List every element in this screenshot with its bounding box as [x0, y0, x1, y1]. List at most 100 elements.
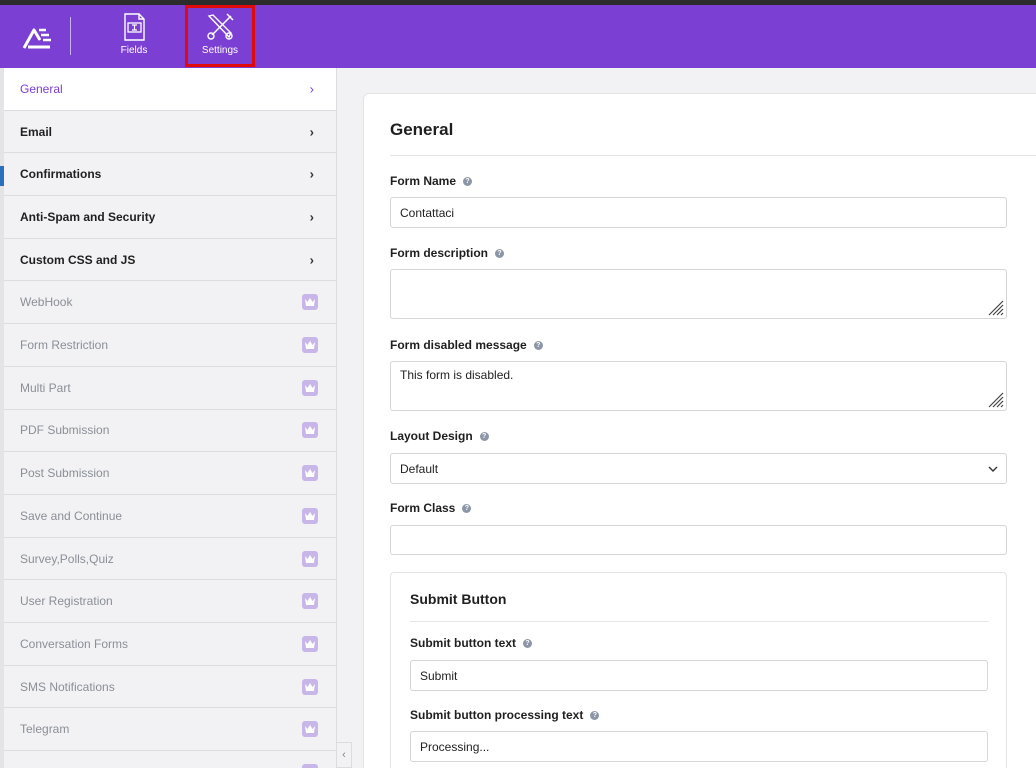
crown-icon	[302, 764, 318, 768]
sidebar-item-conversation-forms[interactable]: Conversation Forms	[4, 623, 336, 666]
sidebar-item-save-and-continue[interactable]: Save and Continue	[4, 495, 336, 538]
crown-icon	[302, 721, 318, 738]
sidebar-item-label: Email	[20, 124, 53, 139]
submit-button-text-input[interactable]: Submit	[410, 660, 988, 691]
help-icon[interactable]: ?	[495, 248, 505, 258]
sidebar-item-form-restriction[interactable]: Form Restriction	[4, 324, 336, 367]
sidebar-item-label: User Registration	[20, 594, 113, 609]
sidebar-item-label: Post Submission	[20, 466, 110, 481]
form-class-input[interactable]	[390, 525, 1007, 555]
submit-processing-text-value: Processing...	[420, 739, 490, 754]
sidebar-item-label: General	[20, 81, 63, 96]
crown-icon	[302, 507, 318, 524]
sidebar-item-multi-part[interactable]: Multi Part	[4, 367, 336, 410]
crown-icon	[302, 593, 318, 610]
crown-icon	[302, 294, 318, 311]
section-divider	[410, 621, 989, 622]
sidebar-item-survey-polls-quiz[interactable]: Survey,Polls,Quiz	[4, 538, 336, 581]
form-class-label: Form Class?	[390, 501, 472, 515]
sidebar-item-webhook[interactable]: WebHook	[4, 282, 336, 325]
sidebar-item-custom-css-js[interactable]: Custom CSS and JS ›	[4, 239, 336, 282]
sidebar-item-post-submission[interactable]: Post Submission	[4, 452, 336, 495]
layout-design-label-text: Layout Design	[390, 429, 473, 443]
page-title: General	[390, 120, 454, 139]
sidebar-item-more[interactable]	[4, 751, 336, 768]
form-name-value: Contattaci	[400, 205, 455, 220]
form-description-label: Form description?	[390, 246, 505, 260]
crown-icon	[302, 337, 318, 354]
help-icon[interactable]: ?	[479, 431, 489, 441]
settings-tool-button[interactable]: Settings	[185, 5, 255, 67]
crown-icon	[302, 422, 318, 439]
form-name-label-text: Form Name	[390, 174, 457, 188]
sidebar-item-label: Custom CSS and JS	[20, 252, 136, 267]
resize-handle-icon[interactable]	[988, 300, 1004, 316]
submit-button-text-label: Submit button text?	[410, 636, 532, 650]
crown-icon	[302, 550, 318, 567]
help-icon[interactable]: ?	[533, 340, 543, 350]
sidebar-item-user-registration[interactable]: User Registration	[4, 580, 336, 624]
sidebar-item-label: Confirmations	[20, 167, 102, 182]
sidebar-item-email[interactable]: Email ›	[4, 111, 336, 154]
sidebar-item-anti-spam[interactable]: Anti-Spam and Security ›	[4, 196, 336, 239]
form-class-label-text: Form Class	[390, 501, 456, 515]
sidebar-item-label: Telegram	[20, 722, 70, 737]
submit-processing-text-label-text: Submit button processing text	[410, 708, 584, 722]
main-content: General Form Name? Contattaci Form descr…	[337, 68, 1036, 768]
logo-icon[interactable]	[20, 20, 54, 54]
settings-card: General Form Name? Contattaci Form descr…	[363, 93, 1036, 768]
sidebar-item-label: Survey,Polls,Quiz	[20, 551, 114, 566]
submit-processing-text-input[interactable]: Processing...	[410, 731, 988, 762]
form-disabled-message-textarea[interactable]: This form is disabled.	[390, 361, 1007, 411]
crown-icon	[302, 379, 318, 396]
crown-icon	[302, 465, 318, 482]
form-name-label: Form Name?	[390, 174, 473, 188]
form-name-input[interactable]: Contattaci	[390, 197, 1007, 228]
submit-processing-text-label: Submit button processing text?	[410, 708, 600, 722]
help-icon[interactable]: ?	[590, 710, 600, 720]
crown-icon	[302, 635, 318, 652]
sidebar-item-label: PDF Submission	[20, 423, 110, 438]
sidebar-item-pdf-submission[interactable]: PDF Submission	[4, 410, 336, 453]
help-icon[interactable]: ?	[463, 176, 473, 186]
header-toolbar: Fields Settings	[0, 5, 1036, 68]
submit-button-text-label-text: Submit button text	[410, 636, 516, 650]
chevron-right-icon: ›	[309, 124, 314, 140]
layout-design-select[interactable]: Default	[390, 453, 1007, 484]
sidebar-item-general[interactable]: General ›	[4, 68, 336, 111]
sidebar-item-telegram[interactable]: Telegram	[4, 709, 336, 752]
sidebar-item-confirmations[interactable]: Confirmations ›	[4, 153, 336, 197]
submit-button-section-title: Submit Button	[410, 591, 507, 607]
sidebar-item-label: Anti-Spam and Security	[20, 209, 156, 224]
chevron-right-icon: ›	[309, 81, 314, 97]
fields-tool-label: Fields	[120, 45, 148, 56]
form-disabled-message-label-text: Form disabled message	[390, 338, 527, 352]
collapse-sidebar-button[interactable]: ‹	[336, 742, 352, 768]
sidebar-item-label: Conversation Forms	[20, 636, 129, 651]
submit-button-text-value: Submit	[420, 668, 458, 683]
sidebar-item-sms-notifications[interactable]: SMS Notifications	[4, 666, 336, 709]
chevron-right-icon: ›	[309, 252, 314, 268]
sidebar-item-label: SMS Notifications	[20, 679, 115, 694]
layout-design-label: Layout Design?	[390, 429, 489, 443]
help-icon[interactable]: ?	[522, 638, 532, 648]
fields-tool-button[interactable]: Fields	[99, 5, 169, 68]
crown-icon	[302, 678, 318, 695]
form-disabled-message-value: This form is disabled.	[400, 368, 514, 382]
form-description-textarea[interactable]	[390, 269, 1007, 319]
settings-sidebar: General › Email › Confirmations › Anti-S…	[0, 68, 337, 768]
chevron-left-icon: ‹	[342, 749, 346, 761]
chevron-down-icon	[988, 466, 998, 472]
settings-tool-label: Settings	[201, 45, 239, 56]
help-icon[interactable]: ?	[462, 503, 472, 513]
title-divider	[390, 155, 1036, 156]
layout-design-value: Default	[400, 461, 439, 476]
submit-button-section: Submit Button Submit button text? Submit…	[390, 572, 1007, 768]
resize-handle-icon[interactable]	[988, 392, 1004, 408]
fields-icon	[124, 13, 145, 41]
form-disabled-message-label: Form disabled message?	[390, 338, 543, 352]
header-divider	[70, 17, 71, 55]
settings-icon	[207, 13, 234, 40]
chevron-right-icon: ›	[309, 166, 314, 182]
chevron-right-icon: ›	[309, 209, 314, 225]
